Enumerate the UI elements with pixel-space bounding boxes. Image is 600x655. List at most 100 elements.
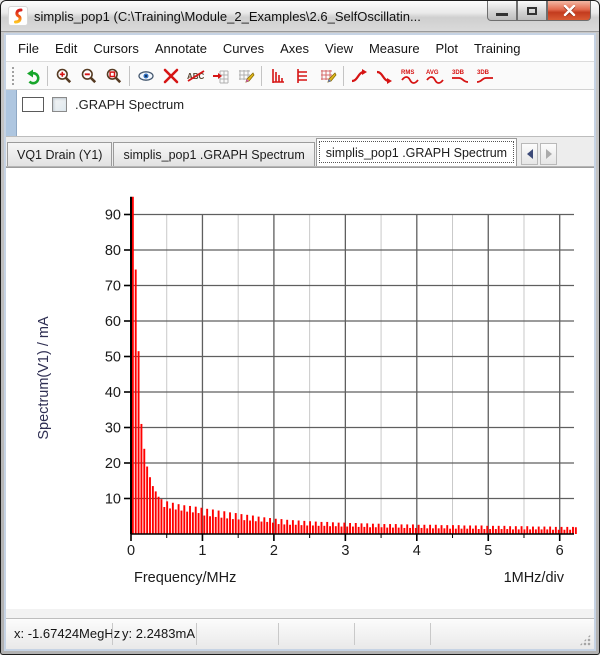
svg-text:3: 3 bbox=[341, 543, 349, 559]
zoom-area-button[interactable] bbox=[101, 64, 126, 88]
move-curve-button[interactable] bbox=[208, 64, 233, 88]
cursor-x-readout: x: -1.67424MegHz bbox=[14, 626, 120, 641]
svg-text:30: 30 bbox=[105, 421, 121, 437]
edit-graph-button[interactable] bbox=[233, 64, 258, 88]
menu-curves[interactable]: Curves bbox=[215, 38, 272, 59]
menu-axes[interactable]: Axes bbox=[272, 38, 317, 59]
svg-text:RMS: RMS bbox=[401, 70, 414, 76]
curve-checkbox[interactable] bbox=[52, 97, 67, 112]
svg-text:80: 80 bbox=[105, 243, 121, 259]
stack-axes-icon bbox=[269, 67, 287, 85]
svg-text:50: 50 bbox=[105, 350, 121, 366]
curve-color-swatch[interactable] bbox=[22, 97, 44, 112]
measure-avg-icon: AVG bbox=[424, 67, 446, 85]
tab-label: VQ1 Drain (Y1) bbox=[17, 148, 102, 162]
svg-text:4: 4 bbox=[413, 543, 421, 559]
measure-3db-lowpass-icon: 3DB bbox=[449, 67, 471, 85]
svg-text:70: 70 bbox=[105, 279, 121, 295]
menu-view[interactable]: View bbox=[317, 38, 361, 59]
menu-annotate[interactable]: Annotate bbox=[147, 38, 215, 59]
measure-fall-time-button[interactable] bbox=[372, 64, 397, 88]
svg-text:60: 60 bbox=[105, 314, 121, 330]
svg-text:2: 2 bbox=[270, 543, 278, 559]
svg-text:10: 10 bbox=[105, 492, 121, 508]
eye-icon bbox=[137, 67, 155, 85]
tab-scroll-nav bbox=[521, 142, 557, 166]
move-curve-icon bbox=[212, 67, 230, 85]
graph-options-icon bbox=[319, 67, 337, 85]
measure-3db-lowpass-button[interactable]: 3DB bbox=[447, 64, 472, 88]
svg-text:AVG: AVG bbox=[426, 70, 439, 76]
measure-rise-time-button[interactable] bbox=[347, 64, 372, 88]
spectrum-bars bbox=[132, 197, 577, 534]
svg-text:90: 90 bbox=[105, 208, 121, 224]
close-button[interactable] bbox=[547, 1, 591, 21]
zoom-out-button[interactable] bbox=[76, 64, 101, 88]
measure-avg-button[interactable]: AVG bbox=[422, 64, 447, 88]
maximize-icon bbox=[527, 7, 537, 15]
svg-text:5: 5 bbox=[484, 543, 492, 559]
single-axis-icon bbox=[294, 67, 312, 85]
tab-scroll-right-button[interactable] bbox=[540, 143, 557, 165]
toolbar: ABC bbox=[6, 62, 594, 90]
titlebar[interactable]: simplis_pop1 (C:\Training\Module_2_Examp… bbox=[1, 1, 599, 32]
svg-text:1: 1 bbox=[198, 543, 206, 559]
tab-label: simplis_pop1 .GRAPH Spectrum bbox=[123, 148, 304, 162]
chevron-right-icon bbox=[546, 149, 552, 159]
menu-cursors[interactable]: Cursors bbox=[85, 38, 147, 59]
menu-file[interactable]: File bbox=[10, 38, 47, 59]
edit-graph-icon bbox=[237, 67, 255, 85]
close-icon bbox=[563, 5, 576, 16]
measure-rms-button[interactable]: RMS bbox=[397, 64, 422, 88]
zoom-out-icon bbox=[80, 67, 98, 85]
legend-row: .GRAPH Spectrum bbox=[22, 97, 184, 112]
measure-rms-icon: RMS bbox=[399, 67, 421, 85]
legend-panel: .GRAPH Spectrum bbox=[6, 90, 594, 137]
measure-fall-icon bbox=[375, 67, 395, 85]
show-hide-curves-button[interactable] bbox=[133, 64, 158, 88]
stack-axes-button[interactable] bbox=[265, 64, 290, 88]
zoom-in-icon bbox=[55, 67, 73, 85]
svg-text:0: 0 bbox=[127, 543, 135, 559]
toolbar-gripper[interactable] bbox=[11, 66, 16, 86]
axis-group-strip[interactable] bbox=[6, 90, 17, 136]
maximize-button[interactable] bbox=[517, 1, 547, 21]
graph-options-button[interactable] bbox=[315, 64, 340, 88]
chevron-left-icon bbox=[527, 149, 533, 159]
app-window: simplis_pop1 (C:\Training\Module_2_Examp… bbox=[0, 0, 600, 655]
zoom-area-icon bbox=[105, 67, 123, 85]
svg-text:40: 40 bbox=[105, 385, 121, 401]
menu-measure[interactable]: Measure bbox=[361, 38, 428, 59]
zoom-in-button[interactable] bbox=[51, 64, 76, 88]
y-axis-label: Spectrum(V1) / mA bbox=[36, 316, 52, 440]
measure-3db-highpass-button[interactable]: 3DB bbox=[472, 64, 497, 88]
window-title: simplis_pop1 (C:\Training\Module_2_Examp… bbox=[34, 9, 481, 24]
measure-3db-highpass-icon: 3DB bbox=[474, 67, 496, 85]
tab-graph-spectrum-1[interactable]: simplis_pop1 .GRAPH Spectrum bbox=[113, 142, 314, 166]
graph-area[interactable]: 1020304050607080900123456 Frequency/MHz … bbox=[6, 167, 594, 609]
delete-annotations-icon: ABC bbox=[186, 67, 206, 85]
client-area: File Edit Cursors Annotate Curves Axes V… bbox=[4, 33, 596, 651]
tick-marks bbox=[124, 215, 560, 542]
minimize-icon bbox=[496, 13, 508, 16]
tab-graph-spectrum-2-active[interactable]: simplis_pop1 .GRAPH Spectrum bbox=[316, 138, 517, 166]
resize-grip[interactable] bbox=[579, 634, 591, 646]
svg-text:3DB: 3DB bbox=[452, 70, 465, 76]
spectrum-chart[interactable]: 1020304050607080900123456 Frequency/MHz … bbox=[6, 168, 592, 608]
minimize-button[interactable] bbox=[487, 1, 517, 21]
delete-annotations-button[interactable]: ABC bbox=[183, 64, 208, 88]
per-div-label: 1MHz/div bbox=[504, 570, 565, 586]
menubar: File Edit Cursors Annotate Curves Axes V… bbox=[6, 35, 594, 62]
grid-major-lines bbox=[131, 215, 574, 535]
delete-curves-button[interactable] bbox=[158, 64, 183, 88]
measure-rise-icon bbox=[350, 67, 370, 85]
tab-label: simplis_pop1 .GRAPH Spectrum bbox=[326, 146, 507, 160]
tab-scroll-left-button[interactable] bbox=[521, 143, 538, 165]
menu-edit[interactable]: Edit bbox=[47, 38, 85, 59]
menu-training[interactable]: Training bbox=[466, 38, 528, 59]
curve-label: .GRAPH Spectrum bbox=[75, 97, 184, 112]
menu-plot[interactable]: Plot bbox=[428, 38, 466, 59]
single-axis-button[interactable] bbox=[290, 64, 315, 88]
tab-vq1-drain[interactable]: VQ1 Drain (Y1) bbox=[7, 142, 112, 166]
undo-zoom-button[interactable] bbox=[19, 64, 44, 88]
